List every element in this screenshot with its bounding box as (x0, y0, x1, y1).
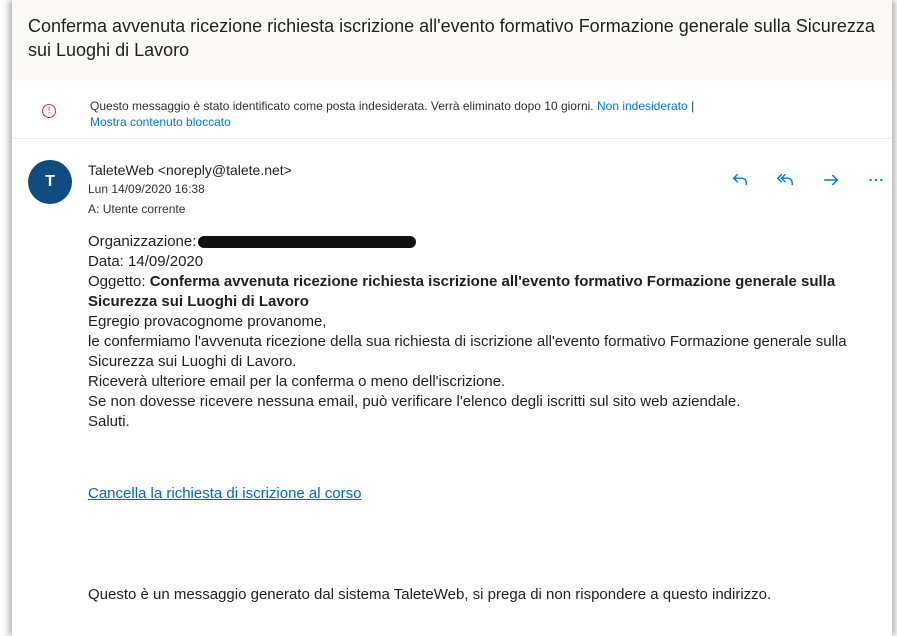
sender-name[interactable]: TaleteWeb <noreply@talete.net> (88, 161, 292, 179)
forward-icon[interactable] (819, 168, 843, 192)
sender-avatar[interactable]: T (28, 160, 72, 204)
sent-date: Lun 14/09/2020 16:38 (88, 182, 205, 196)
greeting: Egregio provacognome provanome, (88, 313, 327, 330)
subject-bold-text: Conferma avvenuta ricezione richiesta is… (88, 273, 836, 310)
reply-icon[interactable] (728, 168, 752, 192)
warning-circle-icon: ! (42, 104, 56, 118)
organization-label: Organizzazione: (88, 233, 197, 250)
organization-line: Organizzazione: (88, 232, 878, 252)
not-junk-link[interactable]: Non indesiderato (597, 99, 688, 113)
show-blocked-content-link[interactable]: Mostra contenuto bloccato (90, 115, 231, 129)
email-subject: Conferma avvenuta ricezione richiesta is… (28, 16, 875, 60)
cancel-registration-link[interactable]: Cancella la richiesta di iscrizione al c… (88, 484, 361, 504)
system-footer-note: Questo è un messaggio generato dal siste… (88, 586, 772, 603)
closing: Saluti. (88, 413, 130, 430)
body-paragraph-2: Riceverà ulteriore email per la conferma… (88, 373, 506, 390)
subject-label: Oggetto: (88, 273, 146, 290)
body-paragraph-3: Se non dovesse ricevere nessuna email, p… (88, 393, 741, 410)
recipient-name[interactable]: Utente corrente (103, 202, 186, 216)
junk-warning-text: Questo messaggio è stato identificato co… (90, 98, 850, 130)
date-line: Data: 14/09/2020 (88, 253, 204, 270)
subject-header: Conferma avvenuta ricezione richiesta is… (12, 0, 892, 80)
email-body: Organizzazione: Data: 14/09/2020 Oggetto… (88, 232, 878, 432)
recipient-line: A: Utente corrente (88, 201, 185, 217)
junk-warning-message: Questo messaggio è stato identificato co… (90, 99, 594, 113)
junk-warning-bar: ! Questo messaggio è stato identificato … (12, 82, 892, 139)
email-reading-pane: Conferma avvenuta ricezione richiesta is… (12, 0, 892, 636)
more-icon[interactable] (864, 168, 888, 192)
reply-all-icon[interactable] (773, 168, 797, 192)
to-label: A: (88, 202, 100, 216)
body-paragraph-1: le confermiamo l'avvenuta ricezione dell… (88, 333, 847, 370)
subject-line: Oggetto: Conferma avvenuta ricezione ric… (88, 272, 878, 312)
warning-separator: | (691, 99, 695, 113)
redacted-organization (198, 236, 417, 249)
message-actions (728, 168, 888, 192)
